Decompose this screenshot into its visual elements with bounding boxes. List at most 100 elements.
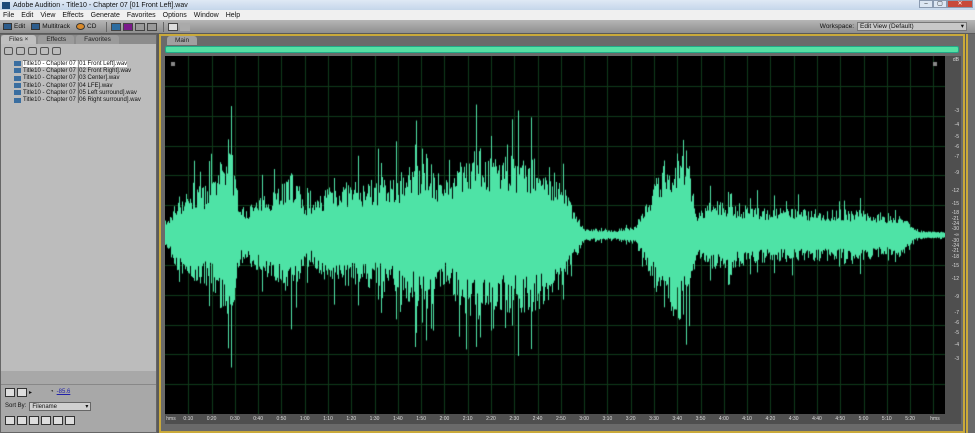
show-audio-icon[interactable] (5, 415, 15, 425)
volume-value[interactable]: -85.6 (57, 389, 71, 395)
full-path-icon[interactable] (53, 415, 63, 425)
time-tick-label: 4:10 (742, 416, 752, 422)
menu-options[interactable]: Options (163, 12, 187, 19)
phase-view-icon[interactable] (147, 22, 158, 31)
sort-label: Sort By: (5, 403, 27, 409)
waveform-display[interactable] (165, 56, 945, 414)
close-button[interactable]: ✕ (947, 0, 973, 8)
edit-view-button[interactable]: Edit (3, 23, 25, 30)
play-file-icon[interactable] (52, 47, 61, 55)
maximize-button[interactable]: ▢ (933, 0, 947, 8)
volume-knob-icon[interactable]: ◔ (50, 389, 54, 395)
menu-effects[interactable]: Effects (62, 12, 83, 19)
time-tick-label: 2:30 (509, 416, 520, 422)
time-tick-label: 3:00 (579, 416, 589, 422)
overview-bar[interactable] (165, 46, 959, 53)
db-tick-label: -21 (951, 247, 959, 254)
file-list-item[interactable]: Title10 - Chapter 07 [05 Left surround].… (1, 89, 156, 96)
db-tick-label: -12 (951, 275, 959, 282)
time-tick-label: 0:30 (229, 416, 240, 422)
open-file-icon[interactable] (4, 47, 13, 55)
close-file-icon[interactable] (16, 47, 25, 55)
db-tick-label: -18 (951, 209, 959, 216)
file-list-item[interactable]: Title10 - Chapter 07 [03 Center].wav (1, 75, 156, 82)
time-tick-label: 5:10 (881, 416, 892, 422)
edit-icon (3, 23, 12, 30)
menu-window[interactable]: Window (194, 12, 219, 19)
audio-file-icon (14, 61, 21, 67)
time-selection-tool-icon[interactable] (168, 22, 179, 31)
time-tick-label: 1:20 (346, 416, 357, 422)
time-tick-label: 4:00 (718, 416, 729, 422)
loop-icon[interactable] (5, 387, 15, 397)
file-list-item[interactable]: Title10 - Chapter 07 [02 Front Right].wa… (1, 67, 156, 74)
show-video-icon[interactable] (41, 415, 51, 425)
db-tick-label: -7 (954, 153, 959, 160)
main-panel: Main dB -3 -4 -5 -6 -7 -9 -12 -15 -18 -21 -24 -30 -∞ -… (159, 34, 965, 433)
file-name: Title10 - Chapter 07 [02 Front Right].wa… (23, 67, 132, 74)
audio-file-icon (14, 83, 21, 89)
panel-edge (966, 34, 975, 433)
file-list-item[interactable]: Title10 - Chapter 07 [01 Front Left].wav (1, 60, 156, 67)
multitrack-icon (31, 23, 41, 30)
time-tick-label: 0:20 (206, 416, 217, 422)
time-tick-label: 1:10 (323, 416, 333, 422)
auto-play-icon[interactable] (17, 387, 27, 397)
menu-help[interactable]: Help (226, 12, 240, 19)
menu-file[interactable]: File (3, 12, 14, 19)
insert-icon[interactable] (40, 47, 49, 55)
audio-file-icon (14, 97, 21, 103)
file-name: Title10 - Chapter 07 [03 Center].wav (23, 75, 120, 82)
db-tick-label: -5 (954, 330, 959, 337)
time-tick-label: 5:20 (905, 416, 915, 422)
show-midi-icon[interactable] (29, 415, 39, 425)
menu-bar: File Edit View Effects Generate Favorites Opti… (0, 10, 975, 20)
db-tick-label: -6 (954, 319, 959, 326)
show-loops-icon[interactable] (17, 415, 27, 425)
file-list-item[interactable]: Title10 - Chapter 07 [06 Right surround]… (1, 96, 156, 103)
file-name: Title10 - Chapter 07 [05 Left surround].… (23, 89, 137, 96)
play-icon[interactable]: ▸ (29, 389, 32, 396)
hand-tool-icon[interactable] (180, 22, 191, 31)
db-tick-label: -6 (954, 144, 959, 151)
db-tick-label: -4 (954, 342, 959, 349)
tab-effects[interactable]: Effects (38, 35, 75, 44)
multitrack-view-button[interactable]: Multitrack (31, 23, 70, 30)
spectral-view-icon[interactable] (123, 22, 134, 31)
workspace-dropdown[interactable]: Edit View (Default) (857, 22, 967, 31)
db-tick-label: -15 (951, 263, 959, 270)
minimize-button[interactable]: – (919, 0, 933, 8)
time-tick-label: 4:40 (812, 416, 822, 422)
cd-view-button[interactable]: CD (76, 23, 96, 30)
file-list: Title10 - Chapter 07 [01 Front Left].wav… (1, 58, 156, 371)
tab-main[interactable]: Main (167, 36, 198, 45)
time-tick-label: 1:50 (416, 416, 426, 422)
menu-view[interactable]: View (40, 12, 55, 19)
cd-icon (76, 23, 86, 30)
time-tick-label: hms (166, 416, 176, 422)
time-tick-label: 2:50 (555, 416, 566, 422)
file-list-item[interactable]: Title10 - Chapter 07 [04 LFE].wav (1, 82, 156, 89)
time-tick-label: 2:10 (462, 416, 473, 422)
divider (163, 21, 165, 32)
db-tick-label: -3 (954, 108, 959, 115)
time-tick-label: 2:00 (439, 416, 450, 422)
time-tick-label: 5:00 (858, 416, 869, 422)
time-tick-label: 3:10 (602, 416, 613, 422)
menu-generate[interactable]: Generate (91, 12, 120, 19)
pan-view-icon[interactable] (135, 22, 146, 31)
time-tick-label: 3:50 (695, 416, 706, 422)
sort-dropdown[interactable]: Filename (29, 401, 92, 411)
db-tick-label: -9 (954, 169, 959, 176)
audio-file-icon (14, 68, 21, 74)
tab-favorites[interactable]: Favorites (76, 35, 119, 44)
db-tick-label: dB (952, 57, 959, 63)
waveform-view-icon[interactable] (111, 22, 122, 31)
time-tick-label: 1:40 (392, 416, 403, 422)
time-ruler[interactable]: hms 0:10 0:20 0:30 0:40 0:50 1:00 1:10 1:20 1:30 1… (165, 414, 945, 424)
panel-menu-icon[interactable] (65, 415, 75, 425)
tab-files[interactable]: Files × (1, 35, 37, 44)
menu-favorites[interactable]: Favorites (127, 12, 156, 19)
menu-edit[interactable]: Edit (21, 12, 33, 19)
import-icon[interactable] (28, 47, 37, 55)
